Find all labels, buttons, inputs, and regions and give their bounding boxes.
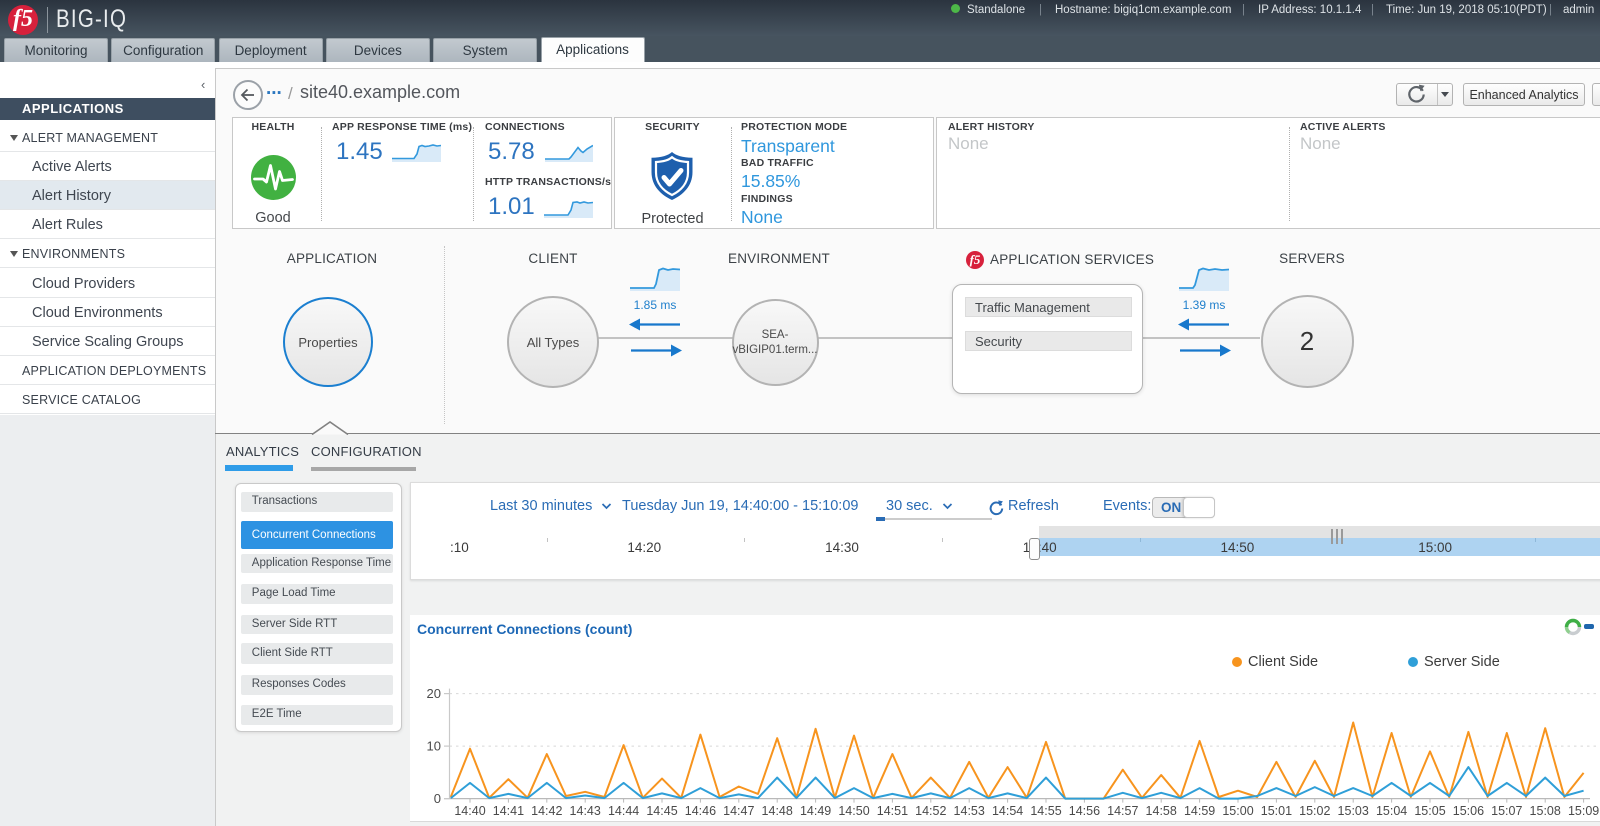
svg-text:14:59: 14:59 [1184,804,1215,818]
svg-text:15:08: 15:08 [1530,804,1561,818]
svg-text:14:55: 14:55 [1030,804,1061,818]
svg-text:14:48: 14:48 [762,804,793,818]
svg-text:14:58: 14:58 [1146,804,1177,818]
svg-text:14:50: 14:50 [838,804,869,818]
svg-text:15:03: 15:03 [1338,804,1369,818]
svg-text:14:43: 14:43 [570,804,601,818]
svg-text:15:01: 15:01 [1261,804,1292,818]
svg-text:14:54: 14:54 [992,804,1023,818]
svg-text:15:00: 15:00 [1222,804,1253,818]
svg-text:15:05: 15:05 [1414,804,1445,818]
svg-text:14:44: 14:44 [608,804,639,818]
svg-text:0: 0 [434,791,441,806]
svg-text:14:40: 14:40 [454,804,485,818]
svg-text:14:45: 14:45 [646,804,677,818]
svg-text:14:53: 14:53 [954,804,985,818]
svg-text:14:41: 14:41 [493,804,524,818]
svg-text:15:06: 15:06 [1453,804,1484,818]
svg-text:14:46: 14:46 [685,804,716,818]
svg-text:14:49: 14:49 [800,804,831,818]
svg-text:15:07: 15:07 [1491,804,1522,818]
svg-text:14:57: 14:57 [1107,804,1138,818]
svg-text:14:47: 14:47 [723,804,754,818]
svg-text:15:09: 15:09 [1568,804,1599,818]
svg-text:15:02: 15:02 [1299,804,1330,818]
svg-text:15:04: 15:04 [1376,804,1407,818]
svg-text:14:51: 14:51 [877,804,908,818]
svg-text:14:42: 14:42 [531,804,562,818]
svg-text:20: 20 [427,686,441,701]
svg-text:10: 10 [427,739,441,754]
svg-text:14:52: 14:52 [915,804,946,818]
svg-text:14:56: 14:56 [1069,804,1100,818]
